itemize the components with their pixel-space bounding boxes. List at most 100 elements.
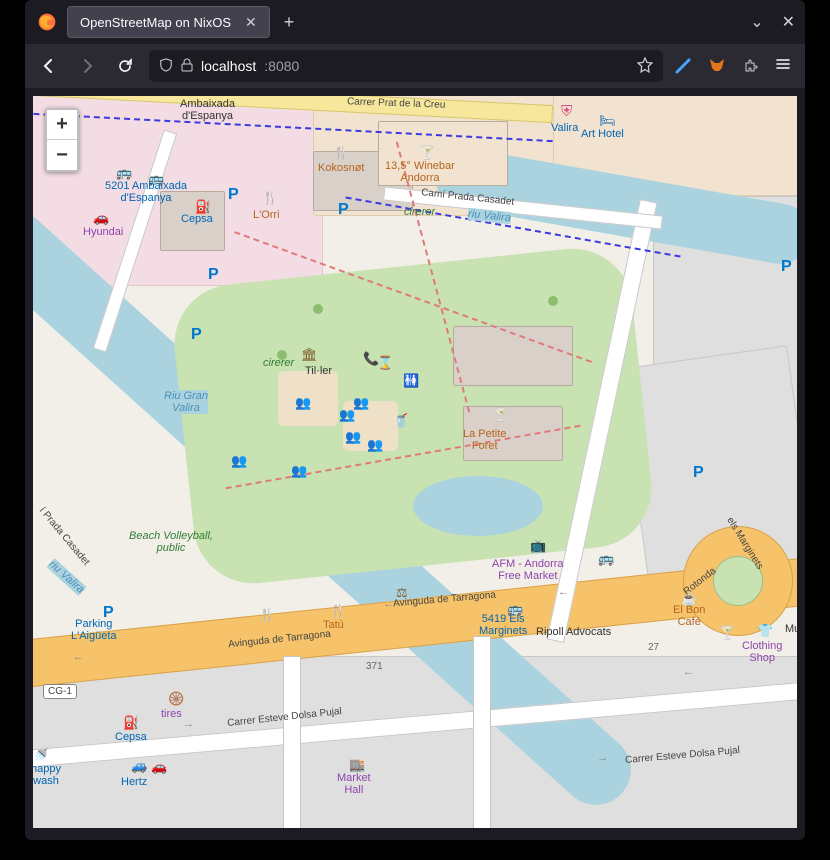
clothing-icon: 👕	[757, 624, 773, 637]
label-clothing: ClothingShop	[742, 640, 782, 664]
label-lorri: L'Orri	[253, 209, 280, 221]
forward-button	[73, 52, 101, 80]
playground-icon: 👥	[367, 438, 383, 451]
toilets-icon: 🚻	[403, 374, 419, 387]
label-cepsa: Cepsa	[181, 213, 213, 225]
parking-icon: P	[693, 464, 704, 482]
label-riu-gran: Riu GranValira	[164, 390, 208, 414]
label-market: MarketHall	[337, 772, 371, 796]
restaurant-icon: 🍴	[330, 604, 346, 617]
parking-icon: P	[191, 326, 202, 344]
road-south-vert-2	[473, 636, 491, 828]
road-ref-cg1: CG-1	[43, 684, 77, 699]
parking-icon: P	[208, 266, 219, 284]
label-valira: Valira	[551, 122, 578, 134]
tyres-icon: 🛞	[168, 692, 184, 705]
housenumber-27: 27	[648, 642, 659, 653]
label-mu: Mu	[785, 623, 797, 635]
restaurant-icon: 🍴	[333, 146, 349, 159]
label-cirerer1: cirerer	[404, 206, 435, 218]
pharmacy-icon: ⛨	[561, 104, 572, 119]
window-close-icon[interactable]: ✕	[782, 12, 795, 32]
parking-icon: P	[338, 201, 349, 219]
playground-icon: 👥	[345, 430, 361, 443]
bar-icon: 🍸	[493, 408, 509, 421]
oneway-arrow: ←	[683, 666, 694, 678]
zoom-control: + −	[45, 108, 79, 172]
fuel-icon: ⛽	[123, 716, 139, 729]
bus-stop-icon: 🚌	[116, 166, 132, 179]
tab-active[interactable]: OpenStreetMap on NixOS ✕	[67, 6, 270, 38]
label-parking: ParkingL'Aigüeta	[71, 618, 117, 642]
firefox-logo-icon	[35, 10, 59, 34]
label-ripoll: Ripoll Advocats	[536, 626, 611, 638]
car-rental-icon: 🚙	[131, 759, 147, 772]
parking-icon: P	[781, 258, 792, 276]
car-icon: 🚗	[151, 760, 167, 773]
tab-close-icon[interactable]: ✕	[245, 14, 257, 31]
park-pond	[413, 476, 543, 536]
url-host: localhost	[201, 58, 256, 74]
label-tires: tires	[161, 708, 182, 720]
restaurant-icon: 🍴	[262, 191, 278, 204]
map-canvas[interactable]: P P P P P P P ⛨ 🛏 🍴 🍴 🍸 🚌 🚌 ⛽ 🚗 🏛 📞 ⌛ 🚻 …	[33, 96, 797, 828]
label-bus5201: 5201 Ambaixadad'Espanya	[101, 180, 191, 204]
url-bar[interactable]: localhost:8080	[149, 50, 663, 82]
label-winebar: 13,5° WinebarAndorra	[385, 160, 455, 184]
tv-shop-icon: 📺	[530, 539, 546, 552]
label-beach: Beach Volleyball,public	[129, 530, 213, 554]
browser-window: OpenStreetMap on NixOS ✕ + ⌄ ✕ localhost	[25, 0, 805, 840]
oneway-arrow: ←	[558, 586, 569, 598]
museum-icon: 🏛	[301, 348, 318, 361]
back-button[interactable]	[35, 52, 63, 80]
restaurant-icon: 🍴	[259, 608, 275, 621]
zoom-out-button[interactable]: −	[47, 140, 77, 170]
fuel-icon: ⛽	[195, 200, 211, 213]
extension-icon-metamask[interactable]	[707, 56, 727, 76]
label-hyundai: Hyundai	[83, 226, 123, 238]
label-happy: happywash	[33, 763, 61, 787]
tree-icon	[313, 304, 323, 314]
label-ambaixada: Ambaixadad'Espanya	[180, 98, 235, 122]
bar-icon: 🍸	[419, 146, 435, 159]
market-icon: 🏬	[349, 758, 365, 771]
road-south-vert-1	[283, 656, 301, 828]
extension-icons	[673, 56, 761, 76]
label-afm: AFM - AndorraFree Market	[492, 558, 564, 582]
zoom-in-button[interactable]: +	[47, 110, 77, 140]
building-park-1	[453, 326, 573, 386]
tree-icon	[548, 296, 558, 306]
shield-icon	[159, 58, 173, 75]
playground-icon: 👥	[295, 396, 311, 409]
label-tiller: Til·ler	[305, 365, 332, 377]
drinks-icon: 🥤	[393, 414, 409, 427]
label-hertz: Hertz	[121, 776, 147, 788]
extension-icon-1[interactable]	[673, 56, 693, 76]
housenumber-371: 371	[366, 661, 383, 672]
label-tatu: Tatú	[323, 619, 344, 631]
reload-button[interactable]	[111, 52, 139, 80]
tab-title: OpenStreetMap on NixOS	[80, 15, 231, 30]
label-cepsa2: Cepsa	[115, 731, 147, 743]
label-petite: La PetiteForet	[463, 428, 506, 452]
label-bus5419: 5419 ElsMarginets	[479, 613, 527, 637]
parking-icon: P	[228, 186, 239, 204]
label-boncafe: El BonCafé	[673, 604, 705, 628]
oneway-arrow: ←	[73, 651, 84, 663]
oneway-arrow: →	[183, 718, 194, 730]
playground-icon: 👥	[291, 464, 307, 477]
new-tab-button[interactable]: +	[278, 8, 301, 37]
oneway-arrow: →	[597, 752, 608, 764]
playground-icon: 👥	[231, 454, 247, 467]
nav-toolbar: localhost:8080	[25, 44, 805, 88]
bookmark-star-icon[interactable]	[637, 57, 653, 76]
hamburger-menu-icon[interactable]	[771, 52, 795, 81]
playground-icon: 👥	[353, 396, 369, 409]
tabs-dropdown-icon[interactable]: ⌄	[750, 12, 763, 32]
hourglass-icon: ⌛	[377, 356, 393, 369]
playground-icon: 👥	[339, 408, 355, 421]
bar-icon: 🍸	[719, 626, 735, 639]
map-viewport[interactable]: P P P P P P P ⛨ 🛏 🍴 🍴 🍸 🚌 🚌 ⛽ 🚗 🏛 📞 ⌛ 🚻 …	[33, 96, 797, 828]
bus-stop-icon: 🚌	[598, 552, 614, 565]
extensions-puzzle-icon[interactable]	[741, 56, 761, 76]
